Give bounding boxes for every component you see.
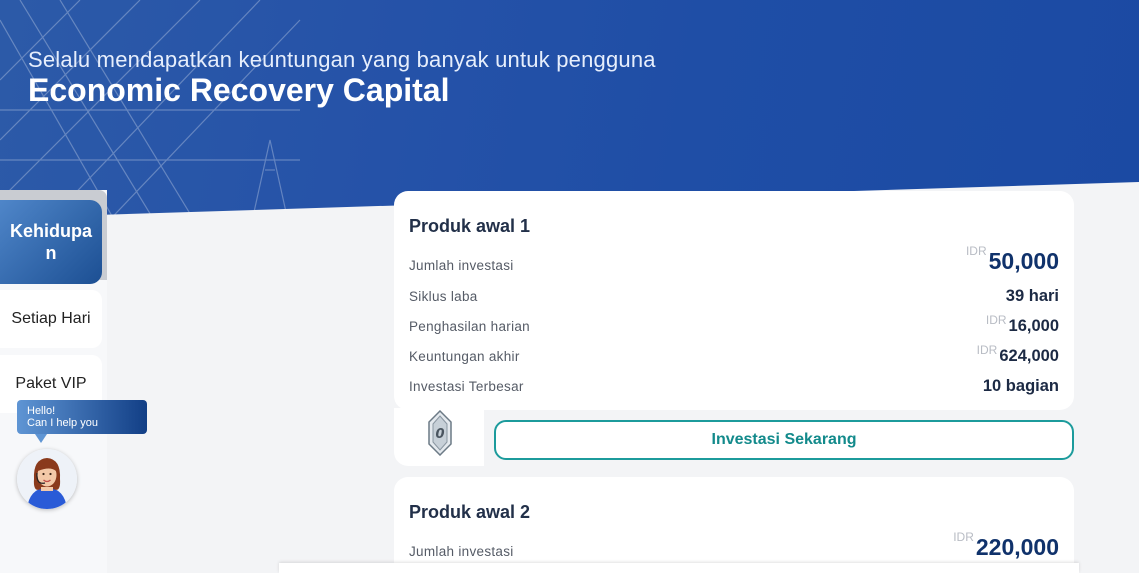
product-row-final: Keuntungan akhir IDR 624,000 (409, 338, 1059, 368)
sidebar-item-kehidupan[interactable]: Kehidupan (0, 200, 102, 284)
level-badge-container: 0 (394, 408, 484, 466)
product-row-amount: Jumlah investasi IDR220,000 (409, 530, 1059, 563)
product-title: Produk awal 1 (409, 216, 531, 236)
currency-label: IDR (953, 530, 974, 544)
currency-label: IDR (985, 313, 1007, 327)
currency-label: IDR (965, 244, 987, 258)
row-value: IDR 624,000 (977, 343, 1059, 366)
row-label: Penghasilan harian (409, 319, 530, 334)
daily-income-value: 16,000 (1008, 317, 1059, 335)
profit-cycle-value: 39 hari (1005, 287, 1059, 305)
support-avatar-button[interactable] (17, 449, 77, 509)
row-value: IDR220,000 (953, 530, 1059, 561)
max-investment-value: 10 bagian (982, 377, 1059, 395)
investment-amount: 220,000 (975, 534, 1059, 560)
support-agent-avatar-icon (17, 449, 77, 509)
category-sidebar: Kehidupan Setiap Hari Paket VIP (0, 190, 107, 573)
investment-amount: 50,000 (988, 248, 1059, 274)
product-row-amount: Jumlah investasi IDR50,000 (409, 244, 1059, 277)
hero-title: Economic Recovery Capital (28, 72, 450, 108)
sidebar-item-setiap-hari[interactable]: Setiap Hari (0, 290, 102, 348)
row-value: IDR50,000 (966, 244, 1059, 275)
chat-greeting-line1: Hello! (27, 405, 56, 417)
bottom-navigation-bar[interactable] (279, 563, 1079, 573)
level-number: 0 (435, 427, 444, 442)
row-label: Jumlah investasi (409, 544, 514, 559)
chat-greeting-line2: Can I help you (27, 417, 98, 429)
row-label: Keuntungan akhir (409, 349, 520, 364)
row-label: Investasi Terbesar (409, 379, 524, 394)
chat-greeting-bubble[interactable]: Hello! Can I help you (17, 400, 147, 443)
invest-now-button[interactable]: Investasi Sekarang (494, 420, 1074, 460)
currency-label: IDR (976, 343, 998, 357)
hero-subtitle: Selalu mendapatkan keuntungan yang banya… (28, 47, 656, 72)
product-card-2: Produk awal 2 Jumlah investasi IDR220,00… (394, 477, 1074, 573)
product-row-max: Investasi Terbesar 10 bagian (409, 368, 1059, 398)
final-profit-value: 624,000 (999, 347, 1059, 365)
row-label: Siklus laba (409, 289, 478, 304)
product-row-daily: Penghasilan harian IDR 16,000 (409, 308, 1059, 338)
product-card-1: Produk awal 1 Jumlah investasi IDR50,000… (394, 191, 1074, 410)
product-row-cycle: Siklus laba 39 hari (409, 278, 1059, 308)
vip-level-badge-icon: 0 (428, 410, 452, 456)
row-label: Jumlah investasi (409, 258, 514, 273)
product-title: Produk awal 2 (409, 502, 531, 522)
row-value: IDR 16,000 (986, 313, 1059, 336)
